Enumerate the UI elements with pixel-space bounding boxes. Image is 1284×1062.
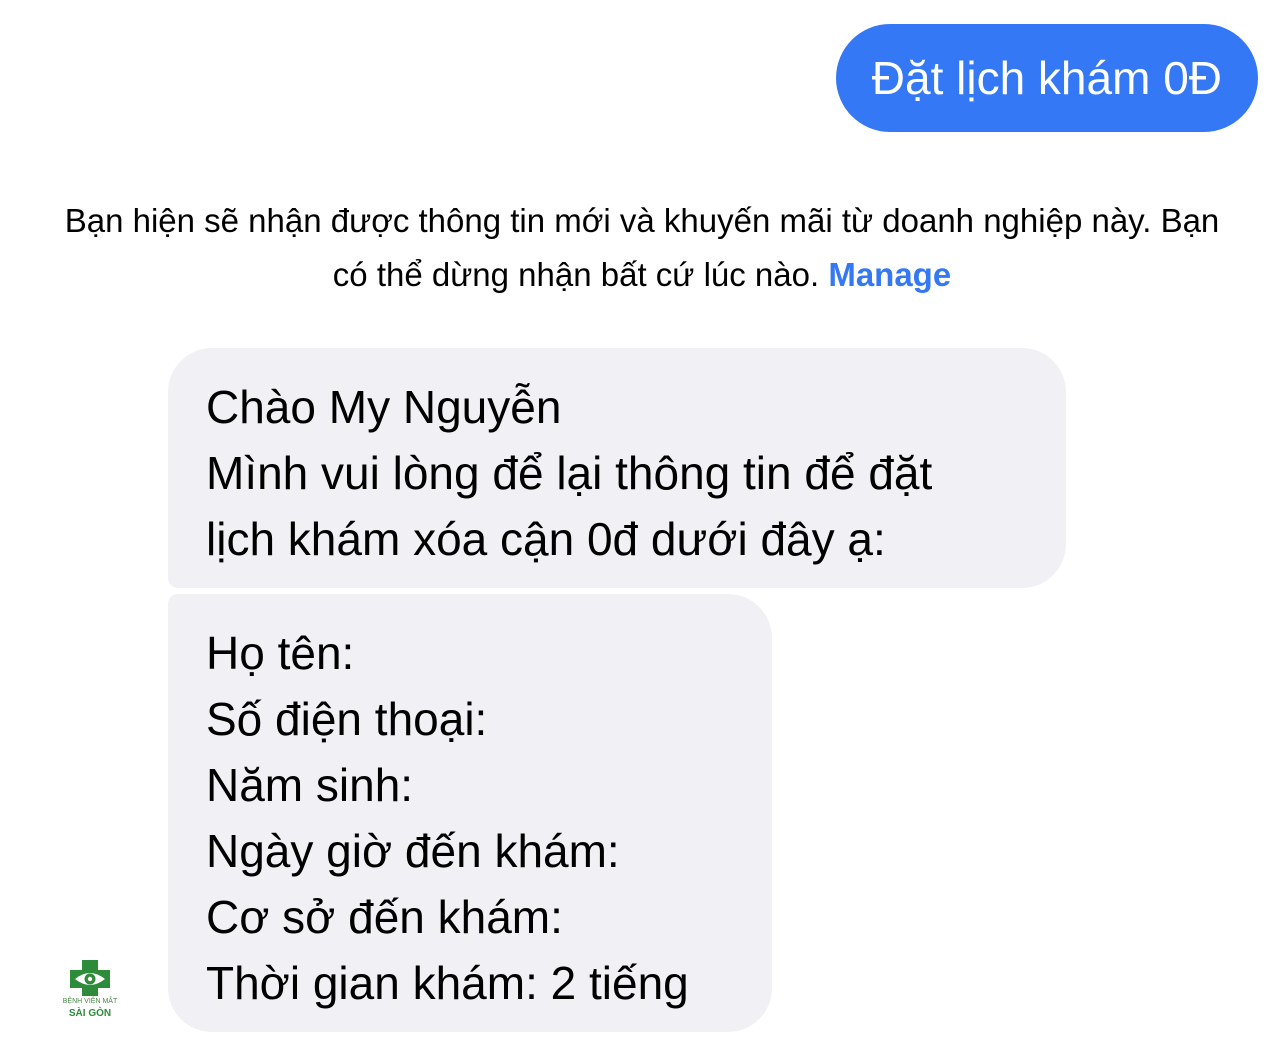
message-line: lịch khám xóa cận 0đ dưới đây ạ: [206, 513, 886, 565]
chat-conversation: Đặt lịch khám 0Đ Bạn hiện sẽ nhận được t… [0, 0, 1284, 1062]
received-message-bubble[interactable]: Họ tên: Số điện thoại: Năm sinh: Ngày gi… [168, 594, 772, 1032]
sent-message-bubble[interactable]: Đặt lịch khám 0Đ [835, 24, 1258, 132]
message-line: Mình vui lòng để lại thông tin để đặt [206, 447, 933, 499]
subscription-notice-text: Bạn hiện sẽ nhận được thông tin mới và k… [64, 202, 1220, 293]
sent-message-text: Đặt lịch khám 0Đ [871, 52, 1222, 104]
hospital-city: SÀI GÒN [68, 1008, 112, 1019]
message-line: Cơ sở đến khám: [206, 891, 563, 943]
manage-link[interactable]: Manage [828, 256, 951, 293]
subscription-notice: Bạn hiện sẽ nhận được thông tin mới và k… [60, 194, 1224, 302]
received-message-bubble[interactable]: Chào My Nguyễn Mình vui lòng để lại thôn… [168, 348, 1066, 588]
hospital-logo-icon [70, 960, 110, 996]
hospital-name: BỆNH VIỆN MẮT [62, 998, 118, 1005]
message-line: Số điện thoại: [206, 693, 488, 745]
message-line: Chào My Nguyễn [206, 381, 562, 433]
message-line: Họ tên: [206, 627, 355, 679]
message-line: Thời gian khám: 2 tiếng [206, 957, 689, 1009]
sender-avatar[interactable]: BỆNH VIỆN MẮT SÀI GÒN [58, 958, 122, 1024]
message-line: Năm sinh: [206, 759, 414, 811]
message-line: Ngày giờ đến khám: [206, 825, 620, 877]
